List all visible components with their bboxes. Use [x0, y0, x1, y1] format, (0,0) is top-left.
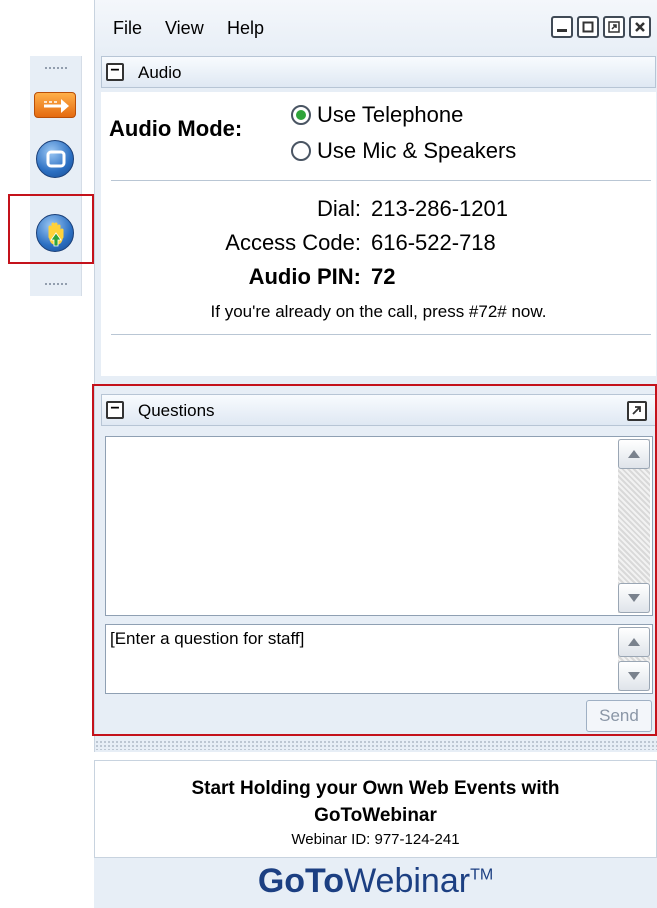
menu-help[interactable]: Help: [227, 18, 264, 39]
dial-label: Dial:: [316, 196, 361, 221]
restore-button[interactable]: [603, 16, 625, 38]
use-mic-speakers-label: Use Mic & Speakers: [317, 138, 517, 163]
gotowebinar-logo: GoToWebinarTM: [94, 862, 657, 901]
audio-panel: Audio Mode: Use Telephone Use Mic & Spea…: [101, 92, 656, 376]
maximize-icon: [582, 21, 594, 33]
logo-part-goto: GoTo: [257, 862, 345, 900]
arrow-right-icon: [44, 99, 69, 113]
minimize-button[interactable]: [551, 16, 573, 38]
audio-note: If you're already on the call, press #72…: [210, 302, 547, 321]
stop-icon: [46, 150, 66, 168]
promo-box: Start Holding your Own Web Events with G…: [94, 760, 657, 858]
screen-button[interactable]: [36, 140, 74, 178]
window-controls: [551, 16, 651, 38]
radio-unchecked-icon[interactable]: [291, 141, 311, 161]
divider: [111, 180, 651, 181]
questions-highlight: [92, 384, 657, 736]
access-code-label: Access Code:: [225, 230, 361, 255]
menu-bar: File View Help: [95, 0, 657, 56]
promo-message[interactable]: Start Holding your Own Web Events with G…: [95, 775, 656, 829]
divider: [111, 334, 651, 335]
brand-bar: GoToWebinarTM: [94, 858, 657, 908]
access-code-value: 616-522-718: [371, 230, 496, 255]
minimize-icon: [557, 29, 567, 32]
promo-line-2: GoToWebinar: [314, 805, 437, 826]
maximize-button[interactable]: [577, 16, 599, 38]
audio-title: Audio: [138, 63, 182, 82]
close-icon: [635, 22, 645, 32]
menu-file[interactable]: File: [113, 18, 142, 39]
audio-pin-label: Audio PIN:: [248, 264, 361, 289]
audio-header: − Audio: [101, 56, 656, 88]
use-mic-speakers-option[interactable]: Use Mic & Speakers: [291, 138, 516, 164]
arrow-right-button[interactable]: [34, 92, 76, 118]
restore-icon: [608, 21, 620, 33]
webinar-id: Webinar ID: 977-124-241: [291, 831, 460, 848]
logo-part-webinar: Webinar: [344, 862, 471, 900]
grip-icon[interactable]: [44, 66, 68, 70]
grip-icon[interactable]: [44, 282, 68, 286]
promo-line-1: Start Holding your Own Web Events with: [191, 778, 560, 799]
dial-value: 213-286-1201: [371, 196, 509, 221]
raise-hand-highlight: [8, 194, 94, 264]
logo-trademark: TM: [470, 866, 494, 884]
use-telephone-option[interactable]: Use Telephone: [291, 102, 463, 128]
radio-checked-icon[interactable]: [291, 105, 311, 125]
audio-collapse-button[interactable]: −: [106, 63, 124, 81]
use-telephone-label: Use Telephone: [317, 102, 464, 127]
audio-mode-label: Audio Mode:: [109, 116, 243, 141]
resize-grip-icon[interactable]: [95, 740, 657, 750]
close-button[interactable]: [629, 16, 651, 38]
audio-pin-value: 72: [371, 264, 396, 289]
menu-view[interactable]: View: [165, 18, 204, 39]
